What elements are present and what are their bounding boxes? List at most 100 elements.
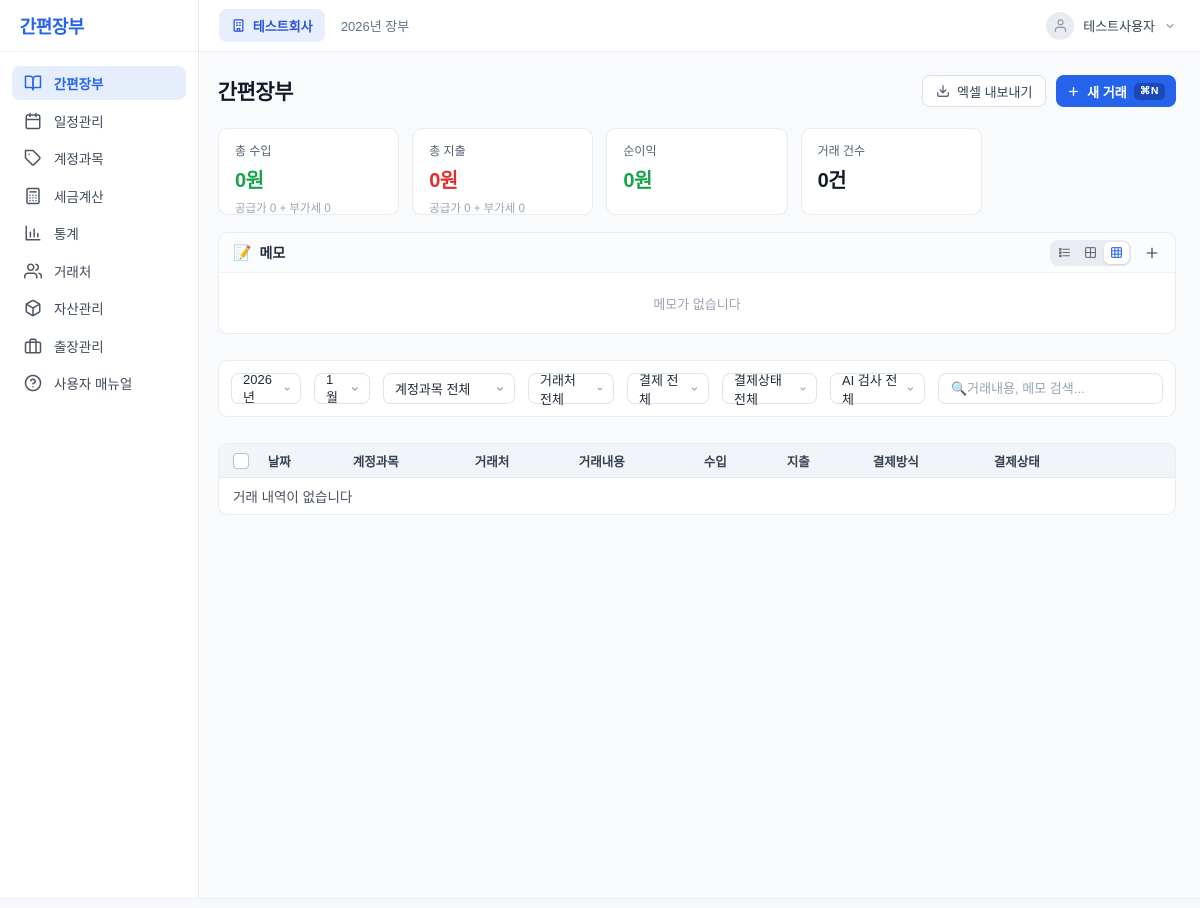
column-header-partner: 거래처 [475, 451, 579, 470]
payment-filter-value: 결제 전체 [639, 370, 684, 408]
sidebar-item-ledger[interactable]: 간편장부 [12, 66, 186, 100]
sidebar-item-statistics[interactable]: 통계 [12, 216, 186, 250]
payment-status-filter[interactable]: 결제상태 전체 [722, 373, 817, 404]
stat-sub: 공급가 0 + 부가세 0 [429, 200, 576, 216]
add-memo-button[interactable] [1141, 242, 1163, 264]
keyboard-shortcut-badge: ⌘N [1134, 83, 1165, 100]
tag-icon [24, 149, 42, 167]
memo-empty-state: 메모가 없습니다 [219, 273, 1175, 333]
user-menu[interactable]: 테스트사용자 [1046, 12, 1176, 40]
new-transaction-button[interactable]: 새 거래 ⌘N [1056, 75, 1176, 107]
bar-chart-icon [24, 224, 42, 242]
stat-label: 거래 건수 [818, 142, 965, 159]
calendar-icon [24, 112, 42, 130]
horizontal-scrollbar[interactable] [0, 898, 1200, 908]
stat-value: 0원 [235, 164, 382, 193]
sidebar-item-label: 계정과목 [54, 148, 104, 168]
calculator-icon [24, 187, 42, 205]
stat-card-transaction-count: 거래 건수 0건 [801, 128, 982, 215]
account-filter-value: 계정과목 전체 [395, 379, 470, 398]
column-header-account: 계정과목 [353, 451, 475, 470]
sidebar-item-label: 간편장부 [54, 73, 104, 93]
sidebar: 간편장부 간편장부 일정관리 계정과목 세금계산 [0, 0, 199, 908]
package-icon [24, 299, 42, 317]
partner-filter[interactable]: 거래처 전체 [528, 373, 614, 404]
stat-cards: 총 수입 0원 공급가 0 + 부가세 0 총 지출 0원 공급가 0 + 부가… [218, 128, 1176, 215]
grid-3-view-icon[interactable] [1104, 242, 1129, 264]
sidebar-item-partners[interactable]: 거래처 [12, 254, 186, 288]
chevron-down-icon [495, 384, 505, 394]
sidebar-item-business-trip[interactable]: 출장관리 [12, 329, 186, 363]
table-empty-state: 거래 내역이 없습니다 [219, 478, 1175, 514]
content: 간편장부 엑셀 내보내기 새 거래 ⌘N 총 수입 0원 공급가 0 + 부가세… [199, 52, 1200, 908]
column-header-payment-method: 결제방식 [873, 451, 994, 470]
list-view-icon[interactable] [1052, 242, 1077, 264]
avatar [1046, 12, 1074, 40]
main-column: 테스트회사 2026년 장부 테스트사용자 간편장부 엑셀 내보내기 [199, 0, 1200, 908]
briefcase-icon [24, 337, 42, 355]
year-filter[interactable]: 2026년 [231, 373, 301, 404]
chevron-down-icon [906, 384, 915, 394]
sidebar-item-assets[interactable]: 자산관리 [12, 291, 186, 325]
column-header-expense: 지출 [787, 451, 873, 470]
column-header-description: 거래내용 [579, 451, 704, 470]
chevron-down-icon [690, 384, 699, 394]
filter-bar: 2026년 1월 계정과목 전체 거래처 전체 결제 전체 결제상태 전체 [218, 360, 1176, 417]
logo-area: 간편장부 [0, 0, 198, 52]
excel-export-label: 엑셀 내보내기 [957, 82, 1032, 101]
year-filter-value: 2026년 [243, 372, 277, 406]
plus-icon [1067, 85, 1080, 98]
chevron-down-icon [1164, 20, 1176, 32]
sidebar-item-label: 세금계산 [54, 186, 104, 206]
partner-filter-value: 거래처 전체 [540, 370, 590, 408]
sidebar-item-label: 일정관리 [54, 111, 104, 131]
stat-value: 0원 [623, 164, 770, 193]
chevron-down-icon [596, 384, 604, 394]
sidebar-item-label: 사용자 매뉴얼 [54, 373, 132, 393]
sidebar-item-accounts[interactable]: 계정과목 [12, 141, 186, 175]
sidebar-item-manual[interactable]: 사용자 매뉴얼 [12, 366, 186, 400]
sidebar-item-label: 거래처 [54, 261, 91, 281]
stat-label: 총 수입 [235, 142, 382, 159]
ai-check-filter-value: AI 검사 전체 [842, 370, 900, 408]
transactions-table: 날짜 계정과목 거래처 거래내용 수입 지출 결제방식 결제상태 거래 내역이 … [218, 443, 1176, 515]
column-header-payment-status: 결제상태 [994, 451, 1175, 470]
chevron-down-icon [283, 384, 291, 394]
sidebar-nav: 간편장부 일정관리 계정과목 세금계산 통계 [0, 52, 198, 418]
payment-filter[interactable]: 결제 전체 [627, 373, 709, 404]
chevron-down-icon [799, 384, 807, 394]
plus-icon [1144, 245, 1160, 261]
ai-check-filter[interactable]: AI 검사 전체 [830, 373, 925, 404]
stat-card-total-income: 총 수입 0원 공급가 0 + 부가세 0 [218, 128, 399, 215]
memo-icon: 📝 [233, 244, 252, 262]
sidebar-item-label: 자산관리 [54, 298, 104, 318]
stat-card-total-expense: 총 지출 0원 공급가 0 + 부가세 0 [412, 128, 593, 215]
user-name: 테스트사용자 [1083, 16, 1155, 35]
stat-label: 순이익 [623, 142, 770, 159]
help-circle-icon [24, 374, 42, 392]
book-open-icon [24, 74, 42, 92]
month-filter-value: 1월 [326, 372, 344, 406]
grid-2-view-icon[interactable] [1078, 242, 1103, 264]
memo-view-toggle [1050, 240, 1131, 266]
sidebar-item-schedule[interactable]: 일정관리 [12, 104, 186, 138]
search-input[interactable] [938, 373, 1163, 404]
select-all-checkbox[interactable] [233, 453, 249, 469]
sidebar-item-tax[interactable]: 세금계산 [12, 179, 186, 213]
stat-value: 0원 [429, 164, 576, 193]
column-header-income: 수입 [704, 451, 787, 470]
company-selector[interactable]: 테스트회사 [219, 9, 325, 42]
stat-card-net-profit: 순이익 0원 [606, 128, 787, 215]
month-filter[interactable]: 1월 [314, 373, 370, 404]
users-icon [24, 262, 42, 280]
payment-status-filter-value: 결제상태 전체 [734, 370, 793, 408]
excel-export-button[interactable]: 엑셀 내보내기 [922, 75, 1046, 107]
sidebar-item-label: 출장관리 [54, 336, 104, 356]
sidebar-item-label: 통계 [54, 223, 79, 243]
company-name: 테스트회사 [253, 16, 313, 35]
ledger-year-label: 2026년 장부 [341, 16, 409, 35]
topbar: 테스트회사 2026년 장부 테스트사용자 [199, 0, 1200, 52]
page-title: 간편장부 [218, 76, 293, 106]
account-filter[interactable]: 계정과목 전체 [383, 373, 515, 404]
memo-section: 📝 메모 [218, 232, 1176, 334]
